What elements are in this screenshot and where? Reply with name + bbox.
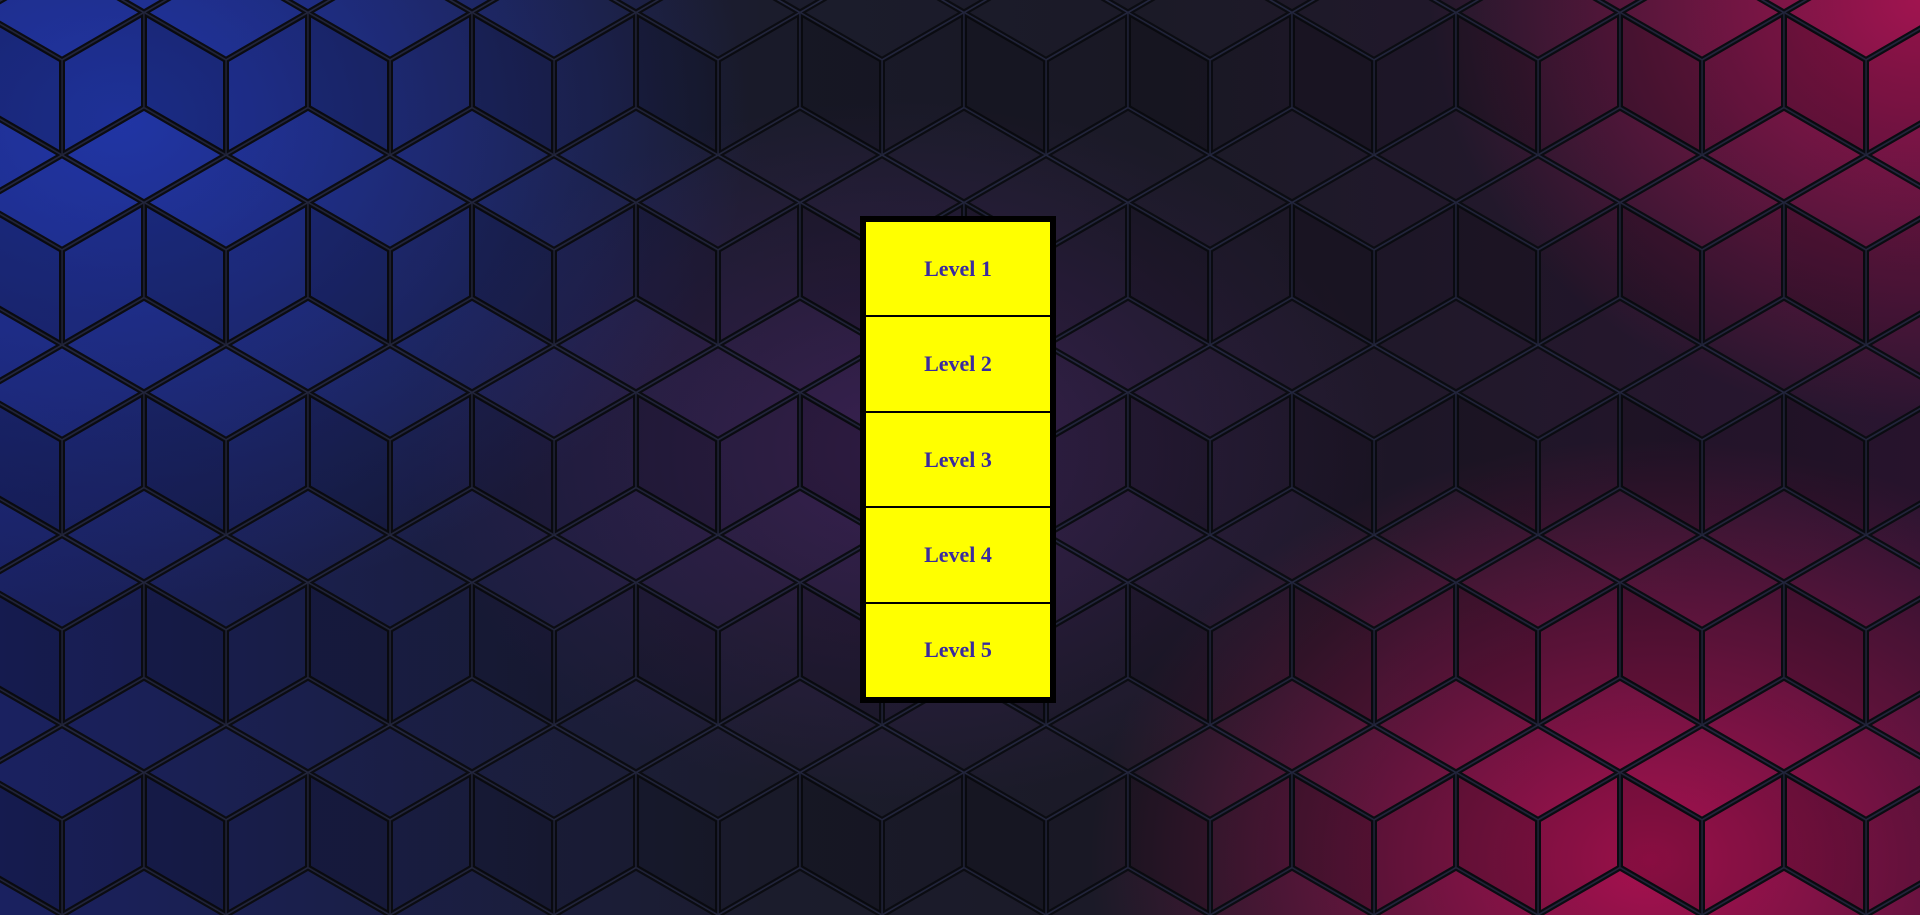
level-3-button[interactable]: Level 3 (866, 412, 1050, 507)
level-select-panel: Level 1 Level 2 Level 3 Level 4 Level 5 (860, 216, 1056, 703)
level-1-button[interactable]: Level 1 (866, 222, 1050, 316)
level-5-button[interactable]: Level 5 (866, 603, 1050, 698)
level-2-button[interactable]: Level 2 (866, 317, 1050, 411)
game-screen: Level 1 Level 2 Level 3 Level 4 Level 5 (0, 0, 1920, 915)
level-4-button[interactable]: Level 4 (866, 508, 1050, 602)
